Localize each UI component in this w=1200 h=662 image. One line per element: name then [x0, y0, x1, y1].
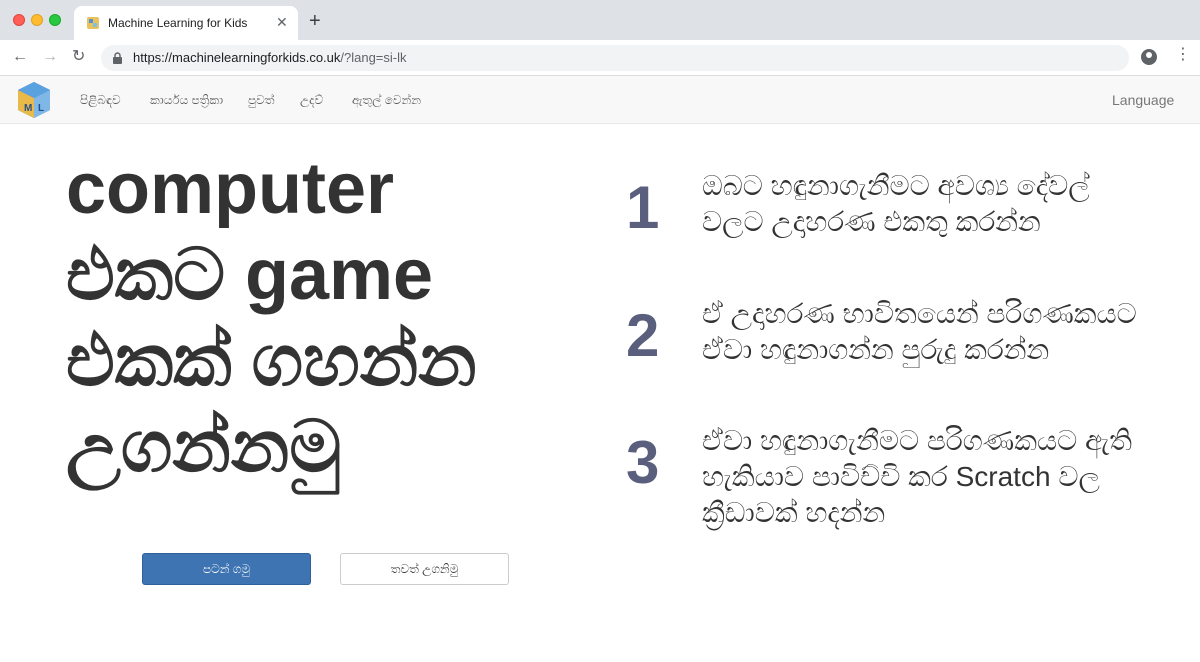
url-path: /?lang=si-lk — [340, 50, 407, 65]
browser-tab[interactable]: Machine Learning for Kids ✕ — [74, 6, 298, 40]
browser-menu-icon[interactable]: ⋮ — [1175, 47, 1191, 63]
step-text: ඔබට හඳුනාගැනීමට අවශ්‍ය දේවල් වලට උදාහරණ … — [702, 170, 1090, 237]
browser-tab-bar: Machine Learning for Kids ✕ + — [0, 0, 1200, 40]
hero-line: එකට game — [66, 235, 434, 315]
nav-item-worksheets[interactable]: කාර්යය පත්‍රිකා — [150, 93, 223, 108]
new-tab-button[interactable]: + — [309, 11, 321, 31]
forward-arrow-icon[interactable]: → — [42, 48, 58, 66]
svg-text:L: L — [38, 103, 44, 114]
nav-item-help[interactable]: උදව් — [300, 93, 323, 108]
close-window-button[interactable] — [13, 14, 25, 26]
step-text: ඒ උදාහරණ භාවිතයෙන් පරිගණකයට ඒවා හඳුනාගන්… — [702, 298, 1137, 365]
site-favicon-icon — [87, 17, 99, 29]
tab-title: Machine Learning for Kids — [108, 16, 248, 30]
hero-line: computer — [66, 149, 395, 229]
hero-line: උගන්නමු — [66, 407, 342, 487]
learn-more-button[interactable]: තවත් උගනිමු — [340, 553, 509, 585]
hero-headline: computer එකට game එකක් ගහන්න උගන්නමු — [66, 146, 586, 490]
lock-icon — [113, 52, 122, 64]
language-menu[interactable]: Language — [1112, 92, 1174, 108]
url-input[interactable]: https://machinelearningforkids.co.uk/?la… — [101, 45, 1129, 71]
minimize-window-button[interactable] — [31, 14, 43, 26]
maximize-window-button[interactable] — [49, 14, 61, 26]
nav-item-login[interactable]: ඇතුල් වෙන්න — [352, 93, 421, 108]
step-number: 3 — [626, 429, 660, 496]
url-text: https://machinelearningforkids.co.uk/?la… — [133, 50, 407, 65]
step-number: 2 — [626, 302, 660, 369]
hero-line: එකක් ගහන්න — [66, 321, 477, 401]
close-tab-icon[interactable]: ✕ — [276, 14, 288, 30]
nav-item-news[interactable]: පුවත් — [248, 93, 275, 108]
back-arrow-icon[interactable]: ← — [12, 48, 28, 66]
step-text: ඒවා හඳුනාගැනීමට පරිගණකයට ඇති හැකියාව පාව… — [702, 425, 1133, 528]
get-started-button[interactable]: පටන් ගමු — [142, 553, 311, 585]
reload-icon[interactable]: ↻ — [72, 48, 85, 66]
profile-avatar-icon[interactable] — [1141, 49, 1157, 65]
url-host: https://machinelearningforkids.co.uk — [133, 50, 341, 65]
site-navbar: M L පිළිබඳව කාර්යය පත්‍රිකා පුවත් උදව් ඇ… — [0, 76, 1200, 124]
nav-item-about[interactable]: පිළිබඳව — [80, 93, 121, 108]
step-number: 1 — [626, 174, 660, 241]
address-bar: ← → ↻ https://machinelearningforkids.co.… — [0, 40, 1200, 76]
svg-text:M: M — [24, 103, 32, 114]
ml-logo-icon[interactable]: M L — [16, 81, 52, 119]
